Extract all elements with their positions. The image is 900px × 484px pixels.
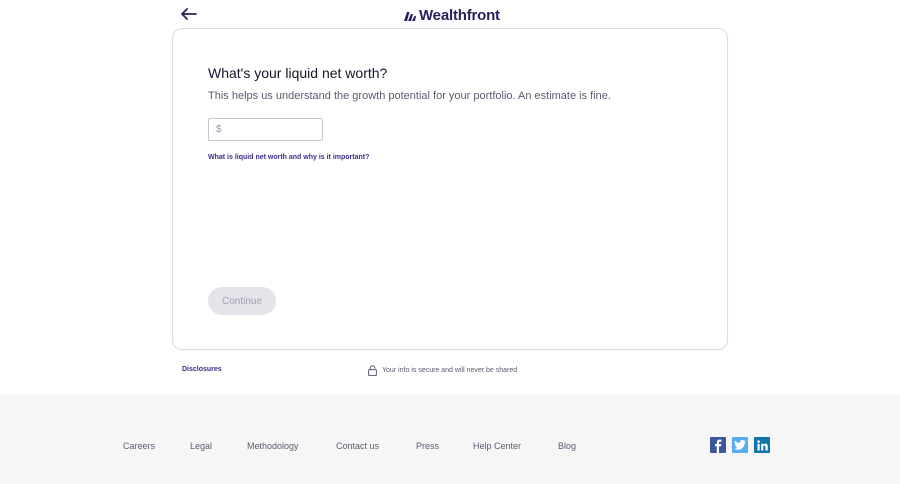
secure-text: Your info is secure and will never be sh… xyxy=(382,366,518,374)
net-worth-help-link[interactable]: What is liquid net worth and why is it i… xyxy=(208,154,369,161)
linkedin-icon xyxy=(756,439,768,450)
twitter-button[interactable] xyxy=(732,437,748,453)
disclosures-link[interactable]: Disclosures xyxy=(182,366,222,373)
net-worth-input[interactable] xyxy=(209,119,322,140)
footer-link-contact-us[interactable]: Contact us xyxy=(336,441,379,451)
lock-icon xyxy=(368,364,377,376)
footer-link-careers[interactable]: Careers xyxy=(123,441,155,451)
twitter-icon xyxy=(734,440,746,450)
page-title: What's your liquid net worth? xyxy=(208,65,388,81)
logo-text: Wealthfront xyxy=(419,6,500,24)
page: Wealthfront What's your liquid net worth… xyxy=(0,0,900,484)
facebook-icon xyxy=(715,439,722,453)
footer-link-help-center[interactable]: Help Center xyxy=(473,441,521,451)
net-worth-field: $ xyxy=(208,118,323,141)
footer-link-press[interactable]: Press xyxy=(416,441,439,451)
linkedin-button[interactable] xyxy=(754,437,770,453)
facebook-button[interactable] xyxy=(710,437,726,453)
wealthfront-logo[interactable]: Wealthfront xyxy=(404,5,500,25)
currency-symbol: $ xyxy=(216,124,222,135)
arrow-left-icon xyxy=(181,8,197,20)
header: Wealthfront xyxy=(0,0,900,30)
continue-button[interactable]: Continue xyxy=(208,287,276,315)
footer: Careers Legal Methodology Contact us Pre… xyxy=(0,395,900,484)
footer-link-blog[interactable]: Blog xyxy=(558,441,576,451)
page-subtitle: This helps us understand the growth pote… xyxy=(208,90,611,102)
wealthfront-mark-icon xyxy=(404,11,416,21)
question-card: What's your liquid net worth? This helps… xyxy=(172,28,728,350)
back-button[interactable] xyxy=(180,5,198,23)
footer-link-legal[interactable]: Legal xyxy=(190,441,212,451)
footer-link-methodology[interactable]: Methodology xyxy=(247,441,299,451)
secure-notice: Your info is secure and will never be sh… xyxy=(368,364,517,376)
